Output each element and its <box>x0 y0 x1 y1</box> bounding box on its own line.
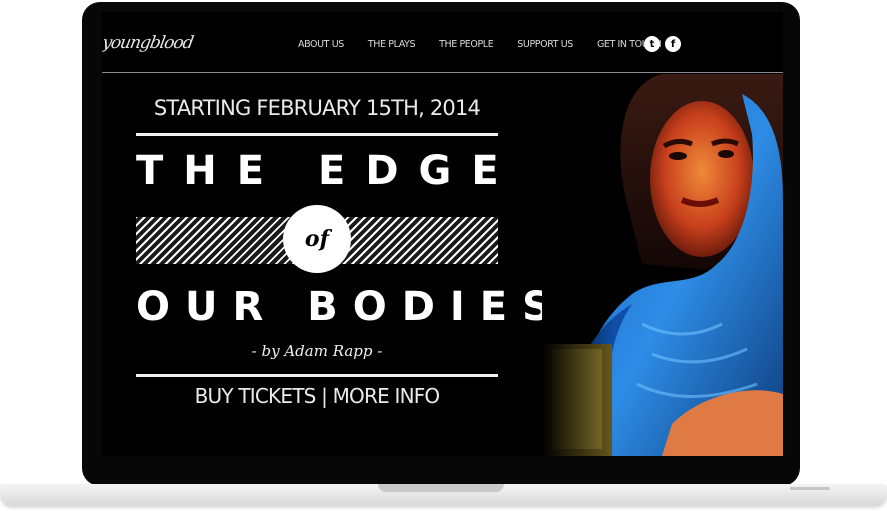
more-info-link[interactable]: MORE INFO <box>333 384 441 408</box>
author-byline: - by Adam Rapp - <box>251 342 383 360</box>
buy-tickets-link[interactable]: BUY TICKETS <box>195 384 317 408</box>
nav-the-plays[interactable]: THE PLAYS <box>368 39 416 50</box>
nav-support-us[interactable]: SUPPORT US <box>517 39 573 50</box>
laptop-frame: youngblood ABOUT US THE PLAYS THE PEOPLE… <box>82 2 800 486</box>
social-links: t f <box>644 36 681 52</box>
twitter-icon[interactable]: t <box>644 36 660 52</box>
cta-separator: | <box>315 384 333 408</box>
nav-about-us[interactable]: ABOUT US <box>298 39 344 50</box>
laptop-notch <box>378 484 504 492</box>
laptop-foot <box>790 487 830 490</box>
start-date: STARTING FEBRUARY 15TH, 2014 <box>153 96 481 120</box>
title-rule-bottom <box>136 374 498 377</box>
header-divider <box>102 72 783 73</box>
website-screen: youngblood ABOUT US THE PLAYS THE PEOPLE… <box>102 12 783 456</box>
cta-links: BUY TICKETS | MORE INFO <box>136 384 498 408</box>
nav-the-people[interactable]: THE PEOPLE <box>439 39 494 50</box>
of-badge: of <box>283 205 351 273</box>
laptop-base <box>0 484 887 506</box>
title-rule-top <box>136 133 498 136</box>
title-line-1: THE EDGE <box>136 148 519 194</box>
facebook-icon[interactable]: f <box>665 36 681 52</box>
main-nav: ABOUT US THE PLAYS THE PEOPLE SUPPORT US… <box>298 39 685 50</box>
site-logo[interactable]: youngblood <box>102 28 225 62</box>
title-line-2: OUR BODIES <box>136 284 566 330</box>
hero-painting <box>542 74 783 456</box>
site-header: youngblood ABOUT US THE PLAYS THE PEOPLE… <box>102 12 783 73</box>
